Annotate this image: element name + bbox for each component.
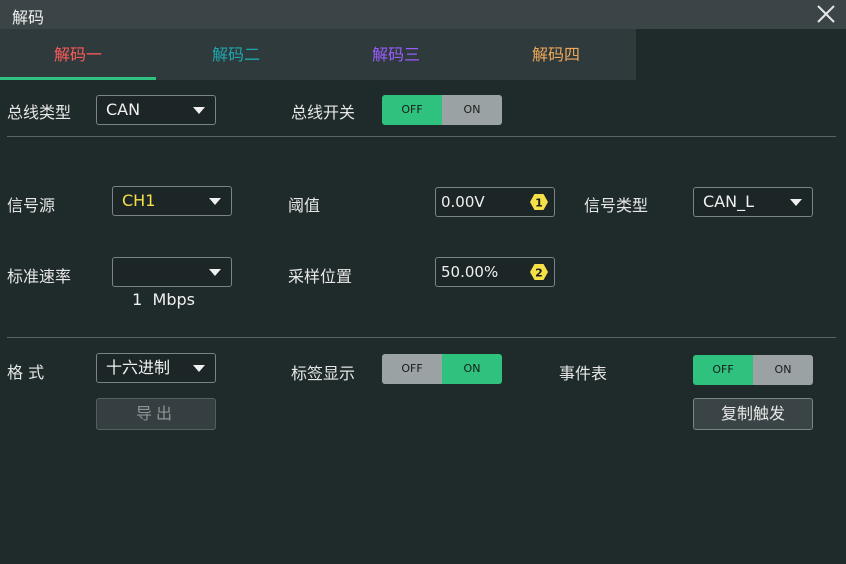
bus-switch-label: 总线开关 (291, 103, 356, 122)
divider (7, 136, 836, 137)
tab-decode-4[interactable]: 解码四 (476, 29, 636, 80)
signal-source-value: CH1 (122, 191, 156, 210)
event-table-on: ON (753, 355, 813, 385)
bus-switch-on: ON (442, 95, 502, 125)
event-table-toggle[interactable]: OFF ON (693, 355, 813, 385)
chevron-down-icon (790, 199, 802, 206)
threshold-label: 阈值 (288, 196, 321, 215)
tab-decode-1[interactable]: 解码一 (0, 29, 156, 80)
sample-point-value: 50.00% (441, 263, 499, 281)
baud-rate-label: 标准速率 (7, 267, 72, 286)
window-title: 解码 (12, 8, 45, 27)
chevron-down-icon (193, 365, 205, 372)
chevron-down-icon (209, 198, 221, 205)
threshold-value: 0.00V (441, 193, 485, 211)
copy-trigger-button[interactable]: 复制触发 (693, 398, 813, 430)
event-table-off: OFF (693, 355, 753, 385)
format-value: 十六进制 (106, 358, 171, 377)
close-icon[interactable] (814, 2, 838, 26)
knob-2-number: 2 (535, 267, 543, 280)
knob-1-number: 1 (535, 197, 543, 210)
bus-switch-toggle[interactable]: OFF ON (382, 95, 502, 125)
format-label: 格 式 (7, 363, 45, 382)
bus-type-value: CAN (106, 100, 141, 119)
sample-point-label: 采样位置 (288, 267, 353, 286)
event-table-label: 事件表 (559, 364, 608, 383)
signal-type-value: CAN_L (703, 192, 754, 211)
signal-type-select[interactable]: CAN_L (693, 187, 813, 217)
bus-switch-off: OFF (382, 95, 442, 125)
bus-type-select[interactable]: CAN (96, 95, 216, 125)
sample-point-input[interactable]: 50.00% 2 (435, 257, 555, 287)
signal-source-select[interactable]: CH1 (112, 186, 232, 216)
tag-display-toggle[interactable]: OFF ON (382, 354, 502, 384)
format-select[interactable]: 十六进制 (96, 353, 216, 383)
bus-type-label: 总线类型 (7, 103, 72, 122)
knob-1-icon: 1 (530, 194, 548, 210)
decode-tab-bar: 解码一 解码二 解码三 解码四 (0, 29, 636, 80)
chevron-down-icon (193, 107, 205, 114)
divider (7, 337, 836, 338)
signal-source-label: 信号源 (7, 196, 56, 215)
tag-display-label: 标签显示 (291, 364, 356, 383)
tab-decode-3[interactable]: 解码三 (316, 29, 476, 80)
chevron-down-icon (209, 269, 221, 276)
baud-rate-select[interactable]: 1 Mbps (112, 257, 232, 309)
tab-decode-2[interactable]: 解码二 (156, 29, 316, 80)
title-bar: 解码 (0, 0, 846, 29)
baud-rate-value: 1 Mbps (132, 290, 195, 309)
tag-display-on: ON (442, 354, 502, 384)
knob-2-icon: 2 (530, 264, 548, 280)
signal-type-label: 信号类型 (584, 196, 649, 215)
export-button[interactable]: 导出 (96, 398, 216, 430)
threshold-input[interactable]: 0.00V 1 (435, 187, 555, 217)
tag-display-off: OFF (382, 354, 442, 384)
